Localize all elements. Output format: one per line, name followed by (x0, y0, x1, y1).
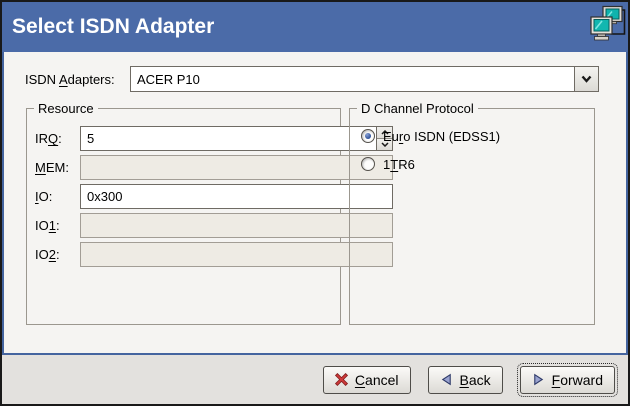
radio-selected-icon[interactable] (361, 129, 375, 143)
mem-input (80, 155, 393, 180)
cancel-button[interactable]: Cancel (323, 366, 411, 394)
io2-label: IO2: (35, 247, 60, 262)
back-button[interactable]: Back (428, 366, 503, 394)
io-row: IO: (27, 184, 340, 209)
io-input[interactable] (80, 184, 393, 209)
forward-button[interactable]: Forward (520, 366, 615, 394)
back-button-label: Back (460, 372, 491, 388)
combobox-value: ACER P10 (131, 67, 574, 91)
euro-isdn-radio-label: Euro ISDN (EDSS1) (383, 129, 500, 144)
network-computers-icon (588, 5, 626, 43)
io1-label: IO1: (35, 218, 60, 233)
isdn-adapters-label: ISDN Adapters: (25, 72, 115, 87)
isdn-adapters-combobox[interactable]: ACER P10 (130, 66, 599, 92)
1tr6-radio[interactable]: 1TR6 (361, 156, 415, 172)
cancel-button-label: Cancel (355, 372, 399, 388)
irq-spinbutton[interactable] (80, 126, 393, 151)
arrow-left-icon (440, 373, 453, 386)
mem-row: MEM: (27, 155, 340, 180)
io-label: IO: (35, 189, 52, 204)
radio-unselected-icon[interactable] (361, 157, 375, 171)
forward-button-label: Forward (552, 372, 603, 388)
io1-input (80, 213, 393, 238)
dialog-window: Select ISDN Adapter ISDN Adapters: ACER … (0, 0, 630, 406)
action-bar: Cancel Back Forward (2, 355, 628, 404)
arrow-right-icon (532, 373, 545, 386)
protocol-group-title: D Channel Protocol (357, 101, 478, 116)
chevron-down-icon (581, 75, 592, 83)
resource-group: Resource IRQ: (26, 108, 341, 325)
mem-label: MEM: (35, 160, 69, 175)
irq-input[interactable] (81, 127, 376, 150)
irq-label: IRQ: (35, 131, 62, 146)
resource-group-title: Resource (34, 101, 98, 116)
page-title: Select ISDN Adapter (12, 2, 214, 52)
io1-row: IO1: (27, 213, 340, 238)
io2-input (80, 242, 393, 267)
combobox-arrow-button[interactable] (574, 67, 598, 91)
1tr6-radio-label: 1TR6 (383, 157, 415, 172)
cancel-x-icon (335, 373, 348, 386)
euro-isdn-radio[interactable]: Euro ISDN (EDSS1) (361, 128, 500, 144)
protocol-group: D Channel Protocol Euro ISDN (EDSS1) 1TR… (349, 108, 595, 325)
irq-row: IRQ: (27, 126, 340, 151)
io2-row: IO2: (27, 242, 340, 267)
